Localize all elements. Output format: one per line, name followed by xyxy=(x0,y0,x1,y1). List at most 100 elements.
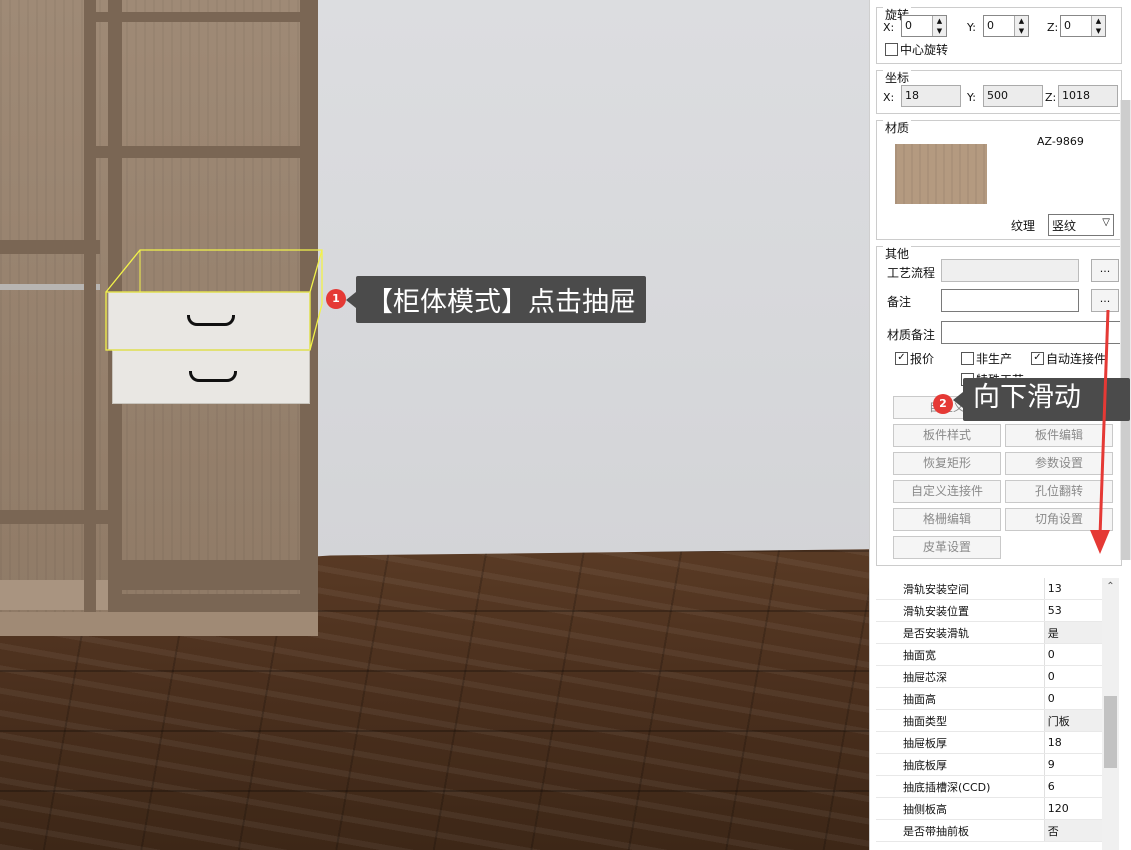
table-row[interactable]: 是否带抽前板否 xyxy=(876,819,1102,842)
rotation-y-value: 0 xyxy=(987,19,994,32)
rotation-group: 旋转 X: 0 ▲ ▼ Y: 0 ▲ ▼ Z: 0 ▲ ▼ 中心旋转 xyxy=(876,6,1122,64)
spin-up-icon[interactable]: ▲ xyxy=(1092,16,1105,26)
property-value[interactable]: 0 xyxy=(1044,687,1102,710)
property-key: 抽屉板厚 xyxy=(876,731,1045,754)
property-value[interactable]: 6 xyxy=(1044,775,1102,798)
remark-label: 备注 xyxy=(887,295,912,309)
selection-box xyxy=(105,249,323,351)
property-key: 是否安装滑轨 xyxy=(876,621,1045,644)
panel-style-button[interactable]: 板件样式 xyxy=(893,424,1001,447)
callout-1-label: 【柜体模式】点击抽屉 xyxy=(346,276,646,323)
table-row[interactable]: 抽侧板高 120 xyxy=(876,797,1102,820)
rotation-z-label: Z: xyxy=(1047,21,1059,34)
table-row[interactable]: 抽屉板厚 18 xyxy=(876,731,1102,754)
coords-z-field[interactable]: 1018 xyxy=(1058,85,1118,107)
coords-z-value: 1018 xyxy=(1062,89,1090,102)
coords-y-value: 500 xyxy=(987,89,1008,102)
property-value[interactable]: 门板 xyxy=(1044,709,1102,732)
restore-rect-button[interactable]: 恢复矩形 xyxy=(893,452,1001,475)
rotation-x-label: X: xyxy=(883,21,895,34)
panel-scrollbar[interactable] xyxy=(1120,100,1131,560)
plinth xyxy=(0,612,318,636)
spin-down-icon[interactable]: ▼ xyxy=(1092,26,1105,36)
coords-title: 坐标 xyxy=(883,69,912,86)
table-row[interactable]: 滑轨安装空间 13 xyxy=(876,578,1102,600)
process-more-button[interactable]: ... xyxy=(1091,259,1119,282)
coords-z-label: Z: xyxy=(1045,91,1057,104)
process-input[interactable] xyxy=(941,259,1079,282)
property-key: 抽底板厚 xyxy=(876,753,1045,776)
table-row[interactable]: 抽屉芯深 0 xyxy=(876,665,1102,688)
spin-down-icon[interactable]: ▼ xyxy=(933,26,946,36)
property-value[interactable]: 是 xyxy=(1044,621,1102,644)
table-row[interactable]: 是否安装滑轨是 xyxy=(876,621,1102,644)
coords-y-field[interactable]: 500 xyxy=(983,85,1043,107)
material-code: AZ-9869 xyxy=(1037,135,1084,148)
table-row[interactable]: 抽面类型 门板 xyxy=(876,709,1102,732)
grille-edit-button[interactable]: 格栅编辑 xyxy=(893,508,1001,531)
property-key: 抽面类型 xyxy=(876,709,1045,732)
property-key: 是否带抽前板 xyxy=(876,819,1045,842)
quote-checkbox[interactable]: ✓ xyxy=(895,352,908,365)
coords-x-field[interactable]: 18 xyxy=(901,85,961,107)
table-row[interactable]: 抽面宽 0 xyxy=(876,643,1102,666)
material-remark-label: 材质备注 xyxy=(887,328,936,342)
shelf-edge xyxy=(0,510,120,524)
shelf-edge xyxy=(120,594,306,614)
process-label: 工艺流程 xyxy=(887,266,936,280)
3d-viewport[interactable]: 1 【柜体模式】点击抽屉 xyxy=(0,0,869,850)
property-value[interactable]: 53 xyxy=(1044,599,1102,622)
texture-label: 纹理 xyxy=(1011,219,1036,233)
property-value[interactable]: 13 xyxy=(1044,578,1102,600)
drawer-bottom[interactable] xyxy=(112,350,310,404)
property-value[interactable]: 0 xyxy=(1044,643,1102,666)
remark-input[interactable] xyxy=(941,289,1079,312)
material-swatch[interactable] xyxy=(895,144,987,204)
shelf-edge xyxy=(120,560,306,590)
properties-scrollbar[interactable]: ⌃ xyxy=(1102,578,1119,850)
property-value[interactable]: 18 xyxy=(1044,731,1102,754)
property-value[interactable]: 9 xyxy=(1044,753,1102,776)
custom-connector-button[interactable]: 自定义连接件 xyxy=(893,480,1001,503)
properties-scroll-thumb[interactable] xyxy=(1104,696,1117,768)
leather-settings-button[interactable]: 皮革设置 xyxy=(893,536,1001,559)
property-key: 抽屉芯深 xyxy=(876,665,1045,688)
material-title: 材质 xyxy=(883,119,912,136)
center-rotate-checkbox[interactable] xyxy=(885,43,898,56)
rotation-x-spin[interactable]: 0 ▲ ▼ xyxy=(901,15,947,37)
coords-group: 坐标 X: 18 Y: 500 Z: 1018 xyxy=(876,69,1122,114)
scroll-down-arrow-icon xyxy=(1090,309,1110,554)
callout-2-dot: 2 xyxy=(933,394,953,414)
spin-down-icon[interactable]: ▼ xyxy=(1015,26,1028,36)
drawer-properties-table: 滑轨安装空间 13 滑轨安装位置 53 是否安装滑轨是抽面宽 0 抽屉芯深 0 抽面高 0 抽面类型… xyxy=(876,578,1102,842)
shelf-edge xyxy=(96,12,306,22)
rotation-x-value: 0 xyxy=(905,19,912,32)
property-value[interactable]: 否 xyxy=(1044,819,1102,842)
coords-x-value: 18 xyxy=(905,89,919,102)
center-rotate-label: 中心旋转 xyxy=(900,43,949,57)
shelf-edge xyxy=(96,146,306,158)
table-row[interactable]: 滑轨安装位置 53 xyxy=(876,599,1102,622)
quote-label: 报价 xyxy=(910,352,935,366)
non-production-checkbox[interactable] xyxy=(961,352,974,365)
material-group: 材质 AZ-9869 纹理 竖纹 ▽ xyxy=(876,119,1122,240)
rotation-y-label: Y: xyxy=(967,21,976,34)
property-value[interactable]: 120 xyxy=(1044,797,1102,820)
auto-connector-checkbox[interactable]: ✓ xyxy=(1031,352,1044,365)
texture-value: 竖纹 xyxy=(1052,219,1077,233)
property-key: 抽底插槽深(CCD) xyxy=(876,775,1045,798)
table-row[interactable]: 抽面高 0 xyxy=(876,687,1102,710)
rotation-y-spin[interactable]: 0 ▲ ▼ xyxy=(983,15,1029,37)
panel-scroll-thumb[interactable] xyxy=(1121,100,1130,560)
scroll-up-icon[interactable]: ⌃ xyxy=(1102,578,1119,595)
non-production-label: 非生产 xyxy=(976,352,1013,366)
rotation-z-spin[interactable]: 0 ▲ ▼ xyxy=(1060,15,1106,37)
table-row[interactable]: 抽底插槽深(CCD) 6 xyxy=(876,775,1102,798)
spin-up-icon[interactable]: ▲ xyxy=(1015,16,1028,26)
spin-up-icon[interactable]: ▲ xyxy=(933,16,946,26)
drawer-handle xyxy=(189,371,237,382)
table-row[interactable]: 抽底板厚 9 xyxy=(876,753,1102,776)
property-value[interactable]: 0 xyxy=(1044,665,1102,688)
other-title: 其他 xyxy=(883,245,912,262)
texture-select[interactable]: 竖纹 ▽ xyxy=(1048,214,1114,236)
